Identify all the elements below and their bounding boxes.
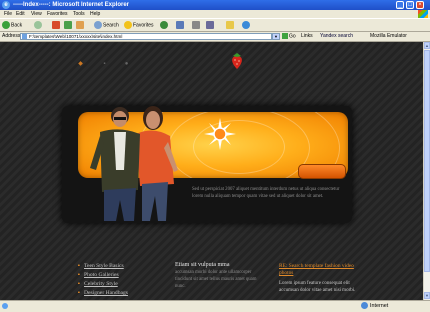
edit-button[interactable]: [206, 21, 215, 30]
nav-link-designer-handbags[interactable]: Designer Handbags: [84, 289, 164, 298]
address-url: F:\templates\Web\10071\xxxxx\site\index.…: [29, 34, 123, 39]
search-label: Search: [103, 22, 119, 29]
forward-icon: [34, 21, 42, 29]
search-icon: [94, 21, 102, 29]
mail-nav-icon[interactable]: ▪: [102, 61, 107, 67]
mail-icon: [176, 21, 184, 29]
refresh-icon: [64, 21, 72, 29]
article-column: Etiam sit vulputa mma accumsan morbi dol…: [175, 261, 263, 290]
menu-file[interactable]: File: [4, 11, 12, 17]
back-label: Back: [11, 22, 23, 29]
news-column: RE: Search template fashion video photos…: [279, 263, 369, 294]
stop-button[interactable]: [52, 21, 61, 30]
minimize-button[interactable]: _: [396, 1, 404, 9]
close-button[interactable]: ×: [416, 1, 424, 9]
back-icon: [2, 21, 10, 29]
go-label: Go: [289, 33, 296, 40]
folder-button[interactable]: [226, 21, 235, 30]
address-input[interactable]: F:\templates\Web\10071\xxxxx\site\index.…: [20, 33, 272, 40]
news-link[interactable]: RE: Search template fashion video photos: [279, 263, 369, 277]
sitemap-nav-icon[interactable]: ●: [124, 61, 129, 67]
page-icon: [22, 34, 27, 39]
go-button[interactable]: Go: [282, 33, 296, 40]
toolbar: Back Search Favorites: [0, 18, 430, 32]
back-button[interactable]: Back: [2, 21, 22, 30]
forward-button[interactable]: [34, 21, 43, 30]
strawberry-logo-icon[interactable]: [230, 52, 244, 70]
folder-icon: [226, 21, 234, 29]
menu-view[interactable]: View: [31, 11, 42, 17]
media-button[interactable]: [160, 21, 169, 30]
scroll-down-button[interactable]: ▼: [424, 292, 430, 299]
category-links: Teen Style Basics Photo Galleries Celebr…: [84, 262, 164, 300]
edit-icon: [206, 21, 214, 29]
menu-help[interactable]: Help: [90, 11, 100, 17]
status-bar: Internet: [0, 300, 430, 312]
news-text: Lorem ipsum feature consequat elit accum…: [279, 281, 356, 293]
yandex-search-button[interactable]: Yandex search: [320, 33, 353, 40]
scrollbar-thumb[interactable]: [424, 50, 430, 272]
page-status-icon: [2, 303, 8, 309]
favorites-label: Favorites: [133, 22, 154, 29]
article-heading: Etiam sit vulputa mma: [175, 262, 230, 268]
menu-bar: File Edit View Favorites Tools Help: [0, 10, 430, 18]
messenger-icon: [242, 21, 250, 29]
vertical-scrollbar[interactable]: ▲ ▼: [423, 42, 430, 300]
menu-edit[interactable]: Edit: [16, 11, 25, 17]
address-label: Address: [2, 33, 21, 39]
home-icon: [76, 21, 84, 29]
internet-explorer-icon: e: [2, 1, 10, 9]
zone-label: Internet: [370, 303, 389, 309]
window-title: -----Index-----: Microsoft Internet Expl…: [13, 2, 129, 8]
window-title-bar[interactable]: e -----Index-----: Microsoft Internet Ex…: [0, 0, 430, 10]
article-text: accumsan morbi dolor ante ullamcorper ti…: [175, 270, 257, 289]
models-photo: [90, 106, 178, 221]
links-button[interactable]: Links: [301, 33, 313, 40]
menu-favorites[interactable]: Favorites: [47, 11, 68, 17]
internet-zone-icon: [361, 302, 368, 310]
windows-logo-icon: [418, 10, 428, 18]
favorites-icon: [124, 21, 132, 29]
sunburst-icon: [204, 118, 236, 150]
panel-description: Sed ut perspiciat 2007 aliquet mentitum …: [192, 187, 340, 200]
nav-link-celebrity-style[interactable]: Celebrity Style: [84, 280, 164, 289]
menu-tools[interactable]: Tools: [73, 11, 85, 17]
refresh-button[interactable]: [64, 21, 73, 30]
web-page-content: ◆ ▪ ● Sed ut perspiciat 2007 aliquet men…: [0, 42, 423, 300]
address-dropdown-button[interactable]: ▼: [272, 33, 280, 40]
messenger-button[interactable]: [242, 21, 251, 30]
favorites-button[interactable]: Favorites: [124, 21, 154, 30]
maximize-button[interactable]: □: [406, 1, 414, 9]
stop-icon: [52, 21, 60, 29]
media-icon: [160, 21, 168, 29]
mozilla-emulator-button[interactable]: Mozilla Emulator: [370, 33, 407, 40]
print-button[interactable]: [192, 21, 201, 30]
banner-button[interactable]: [298, 164, 346, 179]
home-nav-icon[interactable]: ◆: [78, 61, 83, 67]
mail-button[interactable]: [176, 21, 185, 30]
nav-link-teen-style[interactable]: Teen Style Basics: [84, 262, 164, 271]
home-button[interactable]: [76, 21, 85, 30]
go-icon: [282, 33, 288, 39]
security-zone: Internet: [361, 301, 388, 311]
search-button[interactable]: Search: [94, 21, 119, 30]
print-icon: [192, 21, 200, 29]
address-bar: Address F:\templates\Web\10071\xxxxx\sit…: [0, 32, 430, 42]
nav-link-photo-galleries[interactable]: Photo Galleries: [84, 271, 164, 280]
scroll-up-button[interactable]: ▲: [424, 42, 430, 49]
